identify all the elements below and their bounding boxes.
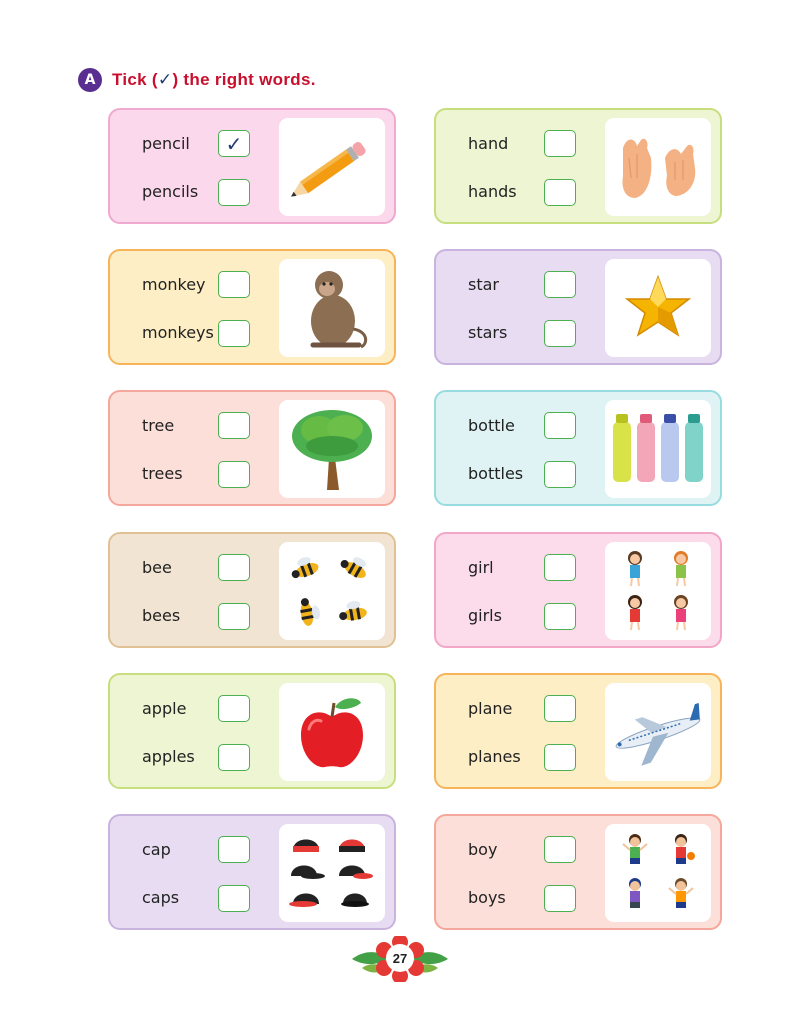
monkey-image bbox=[279, 259, 385, 357]
tick-box-1[interactable] bbox=[544, 695, 576, 722]
word-option-1: tree bbox=[142, 416, 175, 435]
boys-image bbox=[605, 824, 711, 922]
card-bee: bee bees bbox=[108, 532, 396, 648]
tick-box-2[interactable] bbox=[544, 603, 576, 630]
tick-box-2[interactable] bbox=[544, 885, 576, 912]
card-apple: apple apples bbox=[108, 673, 396, 789]
word-option-2: planes bbox=[468, 747, 521, 766]
word-option-2: trees bbox=[142, 464, 183, 483]
card-hand: hand hands bbox=[434, 108, 722, 224]
exercise-instruction: Tick (✓) the right words. bbox=[112, 70, 316, 90]
card-girl: girl girls bbox=[434, 532, 722, 648]
tick-box-1[interactable] bbox=[544, 130, 576, 157]
word-option-1: pencil bbox=[142, 134, 190, 153]
tick-box-2[interactable] bbox=[218, 179, 250, 206]
tick-box-1[interactable]: ✓ bbox=[218, 130, 250, 157]
tree-image bbox=[279, 400, 385, 498]
word-option-1: plane bbox=[468, 699, 513, 718]
pencil-image bbox=[279, 118, 385, 216]
word-option-1: cap bbox=[142, 840, 171, 859]
girls-image bbox=[605, 542, 711, 640]
bees-image bbox=[279, 542, 385, 640]
tick-box-1[interactable] bbox=[218, 554, 250, 581]
card-plane: plane planes bbox=[434, 673, 722, 789]
bottles-image bbox=[605, 400, 711, 498]
word-option-2: bees bbox=[142, 606, 181, 625]
word-option-1: apple bbox=[142, 699, 187, 718]
word-option-2: stars bbox=[468, 323, 508, 342]
card-star: star stars bbox=[434, 249, 722, 365]
tick-box-1[interactable] bbox=[218, 695, 250, 722]
tick-box-1[interactable] bbox=[544, 412, 576, 439]
tick-box-2[interactable] bbox=[218, 885, 250, 912]
word-option-2: apples bbox=[142, 747, 195, 766]
word-option-1: girl bbox=[468, 558, 494, 577]
card-boy: boy boys bbox=[434, 814, 722, 930]
word-option-1: boy bbox=[468, 840, 498, 859]
tick-box-1[interactable] bbox=[218, 836, 250, 863]
card-monkey: monkey monkeys bbox=[108, 249, 396, 365]
plane-image bbox=[605, 683, 711, 781]
word-option-2: caps bbox=[142, 888, 180, 907]
hands-image bbox=[605, 118, 711, 216]
word-option-2: pencils bbox=[142, 182, 199, 201]
tick-box-1[interactable] bbox=[544, 554, 576, 581]
word-option-1: monkey bbox=[142, 275, 206, 294]
tick-box-2[interactable] bbox=[544, 320, 576, 347]
word-option-2: bottles bbox=[468, 464, 524, 483]
tick-box-2[interactable] bbox=[544, 179, 576, 206]
word-option-1: bottle bbox=[468, 416, 515, 435]
exercise-header: A Tick (✓) the right words. bbox=[78, 66, 316, 94]
word-option-2: girls bbox=[468, 606, 502, 625]
card-tree: tree trees bbox=[108, 390, 396, 506]
tick-box-2[interactable] bbox=[218, 603, 250, 630]
tick-box-2[interactable] bbox=[544, 461, 576, 488]
tick-box-1[interactable] bbox=[544, 836, 576, 863]
star-image bbox=[605, 259, 711, 357]
word-option-2: monkeys bbox=[142, 323, 214, 342]
tick-icon: ✓ bbox=[157, 70, 173, 90]
tick-box-2[interactable] bbox=[218, 320, 250, 347]
card-pencil: pencil pencils ✓ bbox=[108, 108, 396, 224]
exercise-badge: A bbox=[78, 68, 102, 92]
tick-box-2[interactable] bbox=[544, 744, 576, 771]
apple-image bbox=[279, 683, 385, 781]
tick-box-2[interactable] bbox=[218, 744, 250, 771]
word-option-1: hand bbox=[468, 134, 509, 153]
word-option-2: boys bbox=[468, 888, 506, 907]
card-bottle: bottle bottles bbox=[434, 390, 722, 506]
tick-box-2[interactable] bbox=[218, 461, 250, 488]
caps-image bbox=[279, 824, 385, 922]
card-cap: cap caps bbox=[108, 814, 396, 930]
word-option-1: star bbox=[468, 275, 499, 294]
word-option-1: bee bbox=[142, 558, 172, 577]
tick-box-1[interactable] bbox=[544, 271, 576, 298]
page-number: 27 bbox=[386, 944, 414, 972]
page-footer: 27 bbox=[350, 934, 450, 984]
tick-box-1[interactable] bbox=[218, 412, 250, 439]
word-option-2: hands bbox=[468, 182, 517, 201]
tick-box-1[interactable] bbox=[218, 271, 250, 298]
